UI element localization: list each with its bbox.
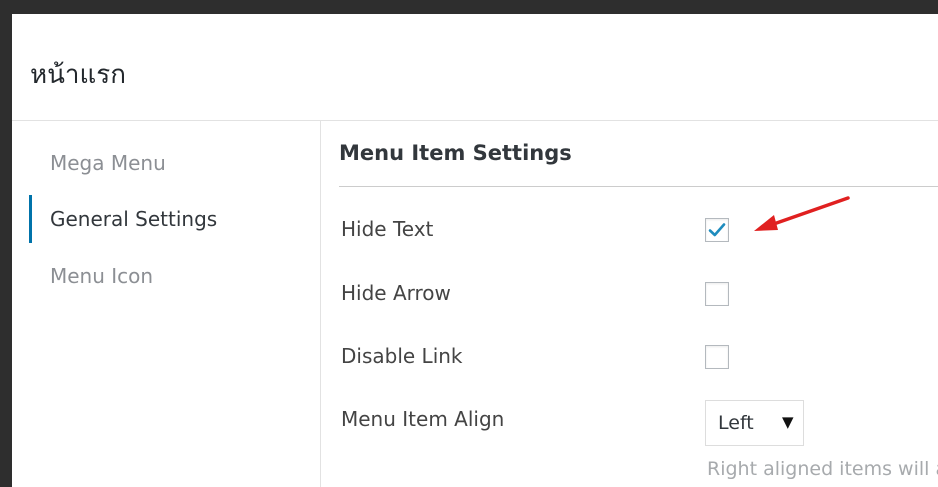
hide-text-checkbox[interactable] <box>705 218 729 242</box>
hide-arrow-label: Hide Arrow <box>341 281 451 305</box>
check-icon <box>708 223 726 237</box>
section-title: Menu Item Settings <box>339 141 572 165</box>
sidebar-item-label: Menu Icon <box>50 264 154 288</box>
hide-text-label: Hide Text <box>341 217 434 241</box>
menu-item-align-select[interactable]: Left ▼ <box>705 400 804 446</box>
settings-sidebar: Mega Menu General Settings Menu Icon <box>12 121 321 487</box>
active-indicator <box>29 195 32 243</box>
disable-link-checkbox[interactable] <box>705 345 729 369</box>
select-value: Left <box>718 412 754 434</box>
caret-down-icon: ▼ <box>782 413 794 431</box>
align-hint-text: Right aligned items will a <box>707 458 938 480</box>
disable-link-label: Disable Link <box>341 344 463 368</box>
sidebar-item-label: General Settings <box>50 207 218 231</box>
red-arrow-icon <box>754 196 850 231</box>
hide-arrow-checkbox[interactable] <box>705 282 729 306</box>
sidebar-item-label: Mega Menu <box>50 151 166 175</box>
panel-header: หน้าแรก <box>12 14 938 121</box>
menu-item-align-label: Menu Item Align <box>341 407 505 431</box>
window-left-border <box>0 0 12 487</box>
settings-content: Menu Item Settings Hide Text Hide Arrow … <box>321 121 938 487</box>
sidebar-item-menu-icon[interactable]: Menu Icon <box>12 252 320 300</box>
window-top-border <box>0 0 938 14</box>
settings-panel: หน้าแรก Mega Menu General Settings Menu … <box>0 0 938 487</box>
sidebar-item-general-settings[interactable]: General Settings <box>12 195 320 243</box>
sidebar-item-mega-menu[interactable]: Mega Menu <box>12 139 320 187</box>
section-divider <box>339 186 938 187</box>
page-title: หน้าแรก <box>30 60 126 90</box>
